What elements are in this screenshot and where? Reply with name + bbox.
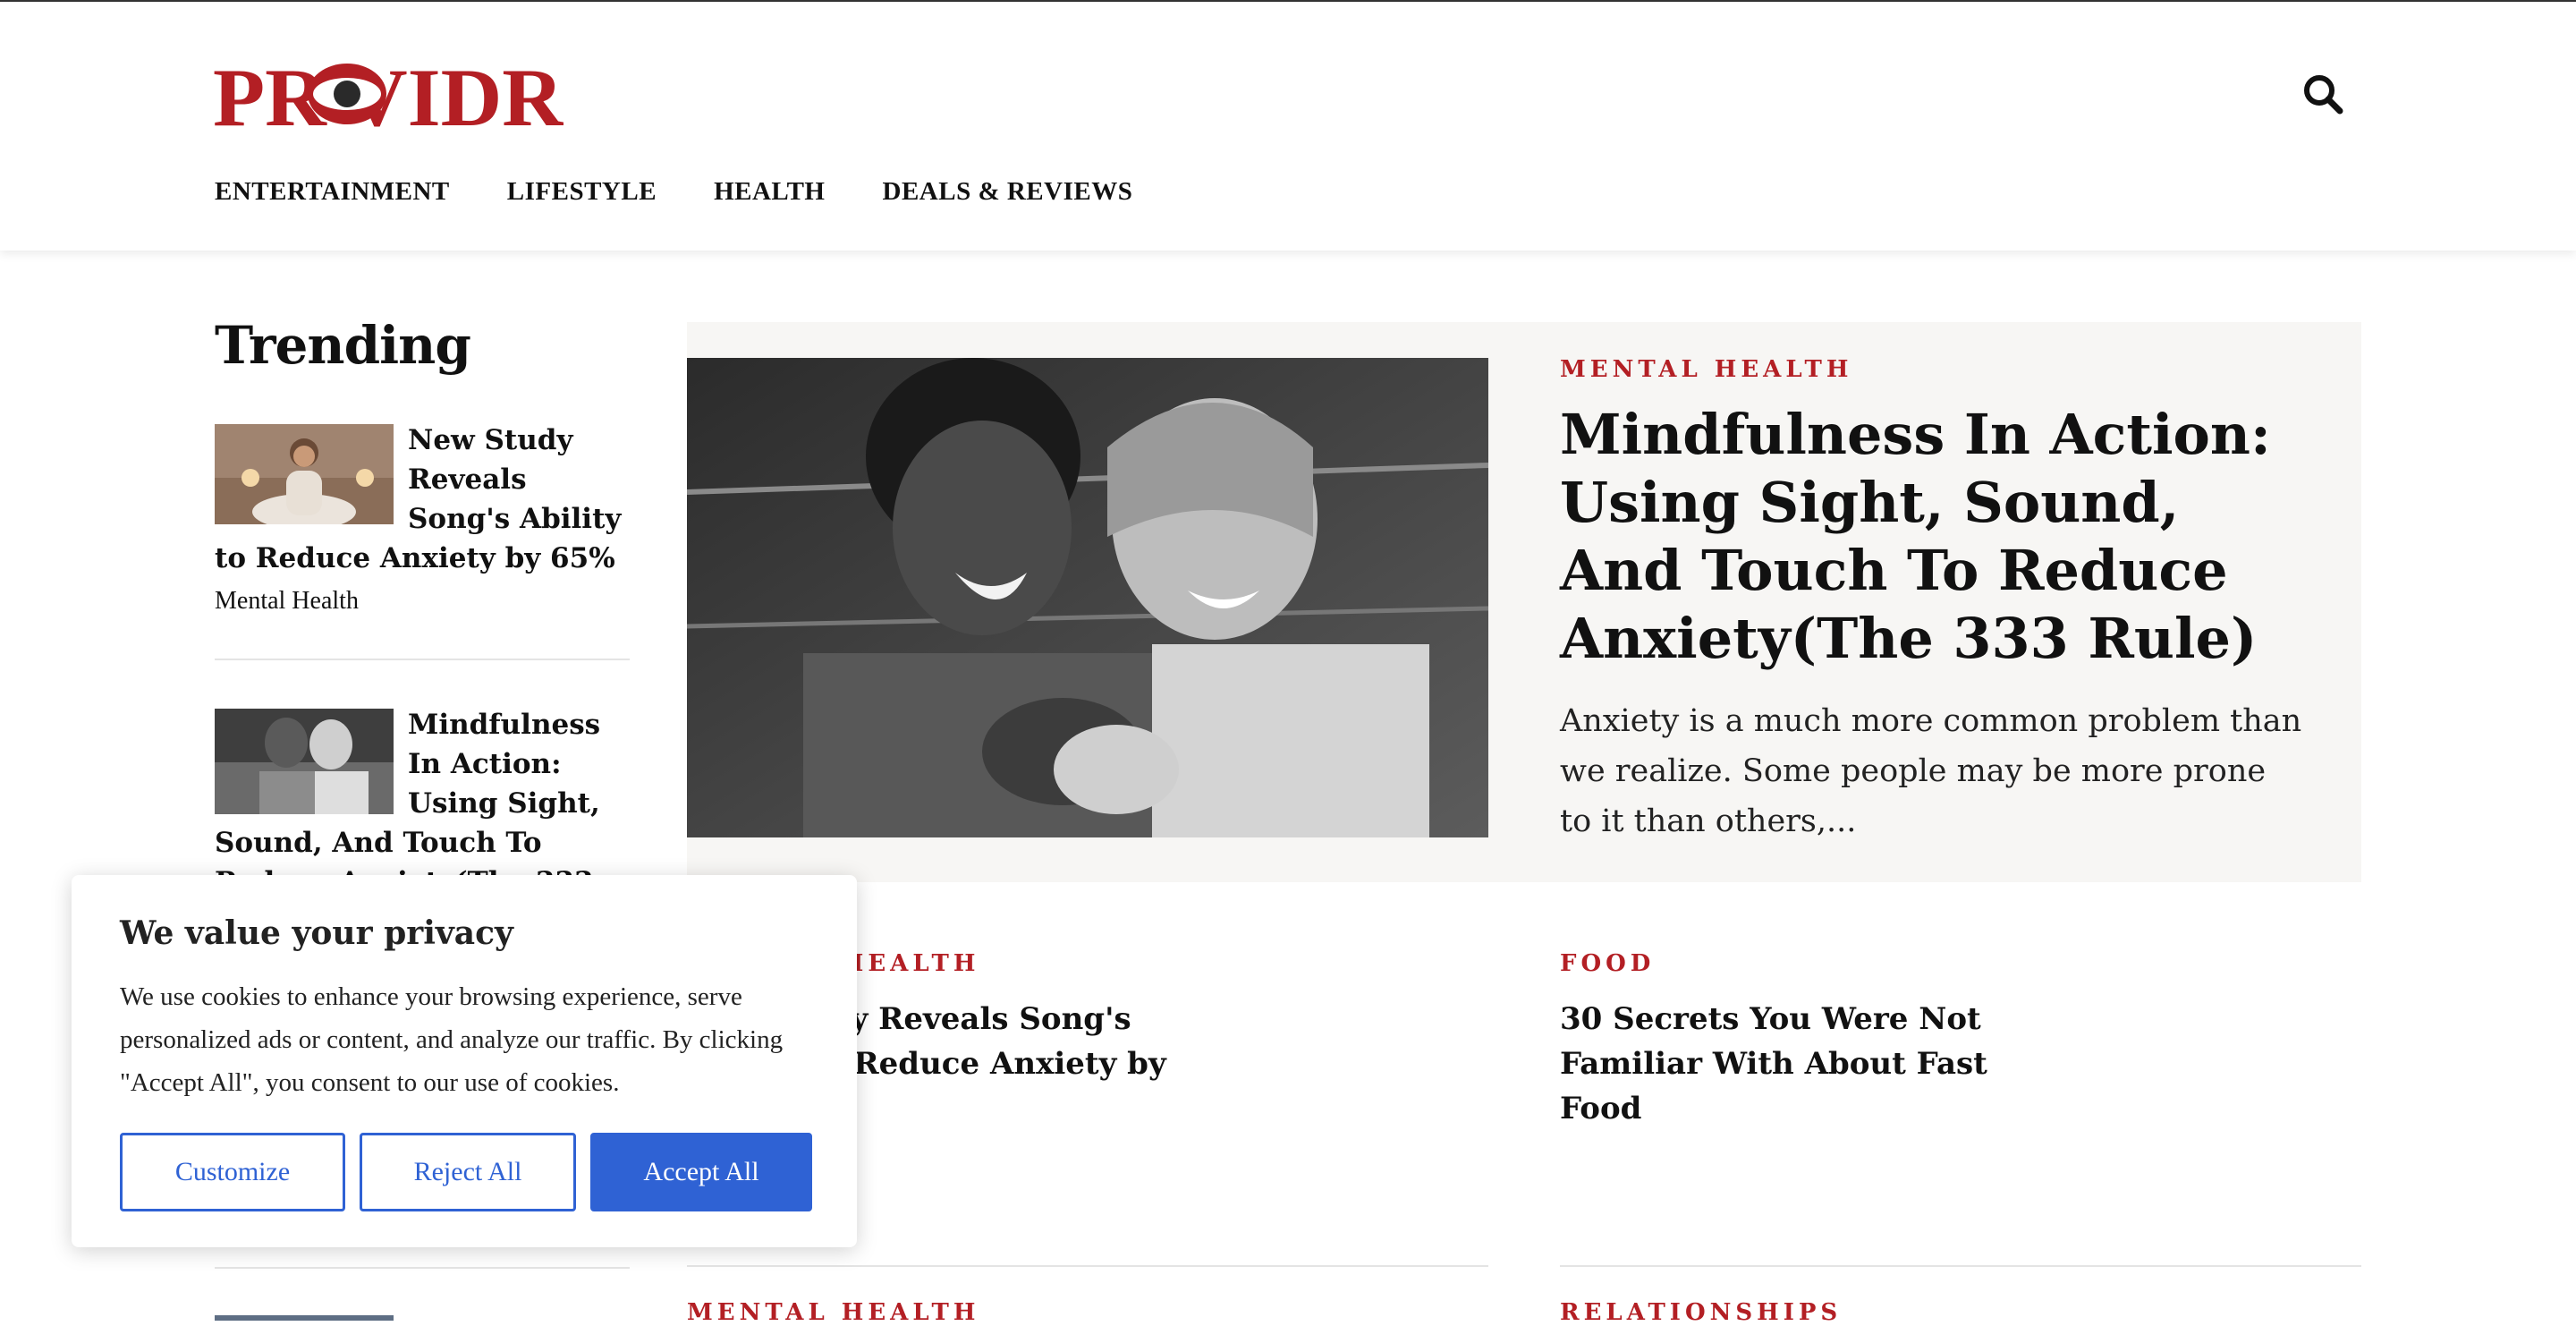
card-divider (1560, 1265, 2361, 1267)
card-category[interactable]: MENTAL HEALTH (687, 1299, 1488, 1326)
search-button[interactable] (2301, 72, 2347, 118)
cookie-consent-dialog: We value your privacy We use cookies to … (72, 875, 857, 1247)
nav-deals-reviews[interactable]: DEALS & REVIEWS (883, 177, 1133, 213)
divider (215, 1267, 630, 1269)
trending-thumbnail[interactable] (215, 424, 394, 524)
trending-heading: Trending (215, 315, 471, 376)
nav-lifestyle[interactable]: LIFESTYLE (507, 177, 657, 213)
accept-all-button[interactable]: Accept All (590, 1133, 812, 1211)
nav-entertainment[interactable]: ENTERTAINMENT (215, 177, 450, 213)
trending-item-category[interactable]: Mental Health (215, 578, 630, 616)
trending-thumbnail-partial[interactable] (215, 1315, 394, 1321)
main-nav: ENTERTAINMENT LIFESTYLE HEALTH DEALS & R… (215, 177, 1190, 213)
site-logo[interactable]: PR VIDR (213, 52, 565, 143)
featured-image[interactable] (686, 358, 1489, 837)
meditation-thumbnail-image (215, 424, 394, 524)
cookie-title: We value your privacy (120, 914, 513, 952)
article-card[interactable]: RELATIONSHIPS (1560, 1299, 2361, 1326)
trending-thumbnail[interactable] (215, 709, 394, 814)
card-title[interactable]: 30 Secrets You Were Not Familiar With Ab… (1560, 997, 2061, 1131)
featured-category[interactable]: MENTAL HEALTH (1560, 356, 1852, 383)
featured-title[interactable]: Mindfulness In Action: Using Sight, Soun… (1560, 401, 2293, 673)
featured-excerpt: Anxiety is a much more common problem th… (1560, 703, 2302, 839)
card-category[interactable]: RELATIONSHIPS (1560, 1299, 2361, 1326)
friends-laughing-thumbnail-image (215, 709, 394, 814)
svg-text:PR VIDR: PR VIDR (213, 57, 564, 131)
divider (215, 659, 630, 660)
customize-button[interactable]: Customize (120, 1133, 345, 1211)
card-category[interactable]: FOOD (1560, 950, 2361, 977)
cookie-text: We use cookies to enhance your browsing … (120, 982, 784, 1097)
trending-item[interactable]: New Study Reveals Song's Ability to Redu… (215, 421, 630, 616)
providr-logo: PR VIDR (213, 52, 565, 143)
card-divider (687, 1265, 1488, 1267)
friends-hugging-photo (686, 358, 1489, 837)
article-card[interactable]: MENTAL HEALTH (687, 1299, 1488, 1326)
search-icon (2304, 75, 2343, 115)
reject-all-button[interactable]: Reject All (360, 1133, 576, 1211)
site-header: PR VIDR ENTERTAINMENT LIFESTYLE HEALTH D… (0, 2, 2576, 251)
nav-health[interactable]: HEALTH (714, 177, 825, 213)
article-card[interactable]: FOOD 30 Secrets You Were Not Familiar Wi… (1560, 950, 2361, 1131)
featured-article[interactable]: MENTAL HEALTH Mindfulness In Action: Usi… (686, 322, 2361, 882)
